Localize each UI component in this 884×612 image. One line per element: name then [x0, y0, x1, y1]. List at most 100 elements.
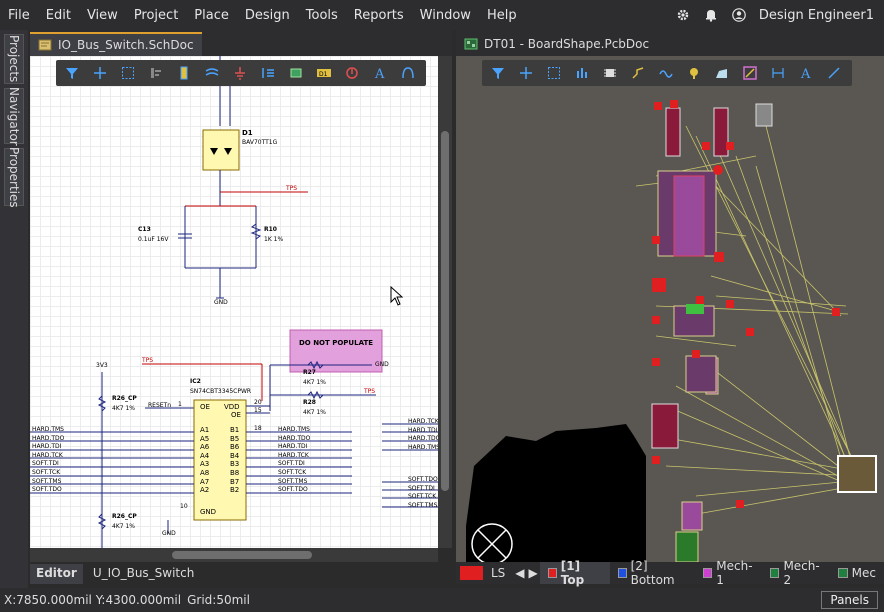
route-icon[interactable]: [626, 62, 650, 84]
current-layer-swatch[interactable]: [460, 566, 483, 580]
menu-reports[interactable]: Reports: [346, 8, 412, 23]
mouse-cursor-icon: [390, 286, 404, 306]
filter-icon[interactable]: [60, 62, 84, 84]
port-icon[interactable]: [256, 62, 280, 84]
pcb-component: [755, 103, 773, 127]
layer-tab-mech-more[interactable]: Mec: [830, 562, 884, 584]
user-icon[interactable]: [731, 7, 747, 23]
layer-scroll-right[interactable]: ▶: [527, 562, 540, 584]
panels-button[interactable]: Panels: [821, 591, 878, 609]
directive-icon[interactable]: [340, 62, 364, 84]
menu-tools[interactable]: Tools: [298, 8, 346, 23]
bar-chart-icon[interactable]: [570, 62, 594, 84]
pin-num-15: 15: [254, 407, 262, 414]
layer-tab-top[interactable]: [1] Top: [539, 559, 610, 587]
right-net-labels: HARD.TMS HARD.TDO HARD.TDI HARD.TCK SOFT…: [278, 426, 310, 495]
pcb-component: [665, 107, 681, 157]
pin-label: B1: [230, 426, 240, 434]
menu-help[interactable]: Help: [479, 8, 525, 23]
pin-label: B4: [230, 451, 240, 460]
properties-panel-tab[interactable]: Properties: [4, 147, 24, 207]
schematic-canvas[interactable]: D1 BAV70TT1G TPS C13 0.1uF 16V R10 1K 1%…: [30, 56, 438, 548]
sch-tab-row: IO_Bus_Switch.SchDoc: [30, 30, 452, 56]
layer-tab-mech2[interactable]: Mech-2: [762, 559, 829, 587]
part-icon[interactable]: [172, 62, 196, 84]
filter-icon[interactable]: [486, 62, 510, 84]
tab-u-io-bus-switch[interactable]: U_IO_Bus_Switch: [87, 564, 201, 584]
line-icon[interactable]: [822, 62, 846, 84]
b-pin-labels: B1 B5 B6 B4 B3 B8 B7 B2: [230, 426, 239, 495]
sheet-symbol-icon[interactable]: [284, 62, 308, 84]
gear-icon[interactable]: [675, 7, 691, 23]
tps-label-3: TPS: [142, 357, 154, 364]
tab-editor[interactable]: Editor: [30, 564, 83, 584]
layer-bottom-label: [2] Bottom: [630, 559, 675, 587]
keepout-icon[interactable]: [738, 62, 762, 84]
pin-label: A2: [200, 486, 210, 495]
status-bar: X:7850.000mil Y:4300.000mil Grid:50mil P…: [0, 588, 884, 612]
layer-top-label: [1] Top: [560, 559, 585, 587]
pcb-doc-tab[interactable]: DT01 - BoardShape.PcbDoc: [456, 32, 657, 56]
layer-tab-mech1[interactable]: Mech-1: [695, 559, 762, 587]
pin-num-18: 18: [254, 425, 262, 432]
scroll-thumb[interactable]: [441, 131, 449, 491]
svg-text:A: A: [374, 67, 385, 80]
sch-doc-tab-label: IO_Bus_Switch.SchDoc: [58, 38, 194, 52]
pin-label: A3: [200, 460, 210, 469]
menu-view[interactable]: View: [79, 8, 126, 23]
schematic-vertical-scrollbar[interactable]: [438, 56, 452, 548]
sch-doc-tab[interactable]: IO_Bus_Switch.SchDoc: [30, 32, 202, 56]
crosshair-icon[interactable]: [88, 62, 112, 84]
tps-label-1: TPS: [286, 185, 298, 192]
menu-place[interactable]: Place: [186, 8, 237, 23]
far-net-labels-top: HARD.TCK HARD.TDI HARD.TDO HARD.TMS: [408, 418, 438, 452]
schematic-toolbar: D1 A: [56, 60, 426, 86]
net-label: HARD.TCK: [278, 451, 309, 459]
text-icon[interactable]: A: [368, 62, 392, 84]
align-icon[interactable]: [144, 62, 168, 84]
ic2-vdd-pin: VDD: [224, 403, 240, 411]
dimension-icon[interactable]: [766, 62, 790, 84]
pcb-pad: [686, 304, 704, 314]
scroll-thumb[interactable]: [172, 551, 312, 559]
text-icon[interactable]: A: [794, 62, 818, 84]
bus-icon[interactable]: [200, 62, 224, 84]
pcb-canvas[interactable]: A: [456, 56, 884, 562]
menu-file[interactable]: File: [0, 8, 38, 23]
net-label: SOFT.TCK: [408, 493, 437, 501]
projects-panel-tab[interactable]: Projects: [4, 34, 24, 84]
select-box-icon[interactable]: [542, 62, 566, 84]
layer-tab-bottom[interactable]: [2] Bottom: [610, 559, 696, 587]
crosshair-icon[interactable]: [514, 62, 538, 84]
bottom-layer-swatch: [617, 568, 627, 578]
user-name[interactable]: Design Engineer1: [759, 8, 874, 23]
chip-icon[interactable]: [598, 62, 622, 84]
r26-top-value: 4K7 1%: [112, 405, 135, 412]
bell-icon[interactable]: [703, 7, 719, 23]
layer-set-button[interactable]: LS: [483, 562, 513, 584]
menu-design[interactable]: Design: [237, 8, 298, 23]
pin-label: A4: [200, 451, 210, 460]
menu-project[interactable]: Project: [126, 8, 186, 23]
diff-pair-icon[interactable]: [654, 62, 678, 84]
left-net-labels: HARD.TMS HARD.TDO HARD.TDI HARD.TCK SOFT…: [32, 426, 64, 495]
select-box-icon[interactable]: [116, 62, 140, 84]
r26-bot-value: 4K7 1%: [112, 523, 135, 530]
polygon-icon[interactable]: [710, 62, 734, 84]
schematic-horizontal-scrollbar[interactable]: [30, 548, 438, 562]
layer-scroll-left[interactable]: ◀: [513, 562, 526, 584]
designator-icon[interactable]: D1: [312, 62, 336, 84]
pin-label: A6: [200, 443, 210, 452]
net-label: SOFT.TMS: [408, 501, 438, 509]
menu-edit[interactable]: Edit: [38, 8, 79, 23]
net-label: SOFT.TDO: [32, 486, 62, 494]
navigator-panel-tab[interactable]: Navigator: [4, 87, 24, 145]
via-icon[interactable]: [682, 62, 706, 84]
net-label: HARD.TDI: [408, 426, 438, 434]
pcb-doc-tab-label: DT01 - BoardShape.PcbDoc: [484, 37, 650, 51]
arc-icon[interactable]: [396, 62, 420, 84]
d1-value: BAV70TT1G: [242, 139, 278, 146]
pin-num-1: 1: [178, 401, 182, 408]
menu-window[interactable]: Window: [412, 8, 479, 23]
ground-icon[interactable]: [228, 62, 252, 84]
